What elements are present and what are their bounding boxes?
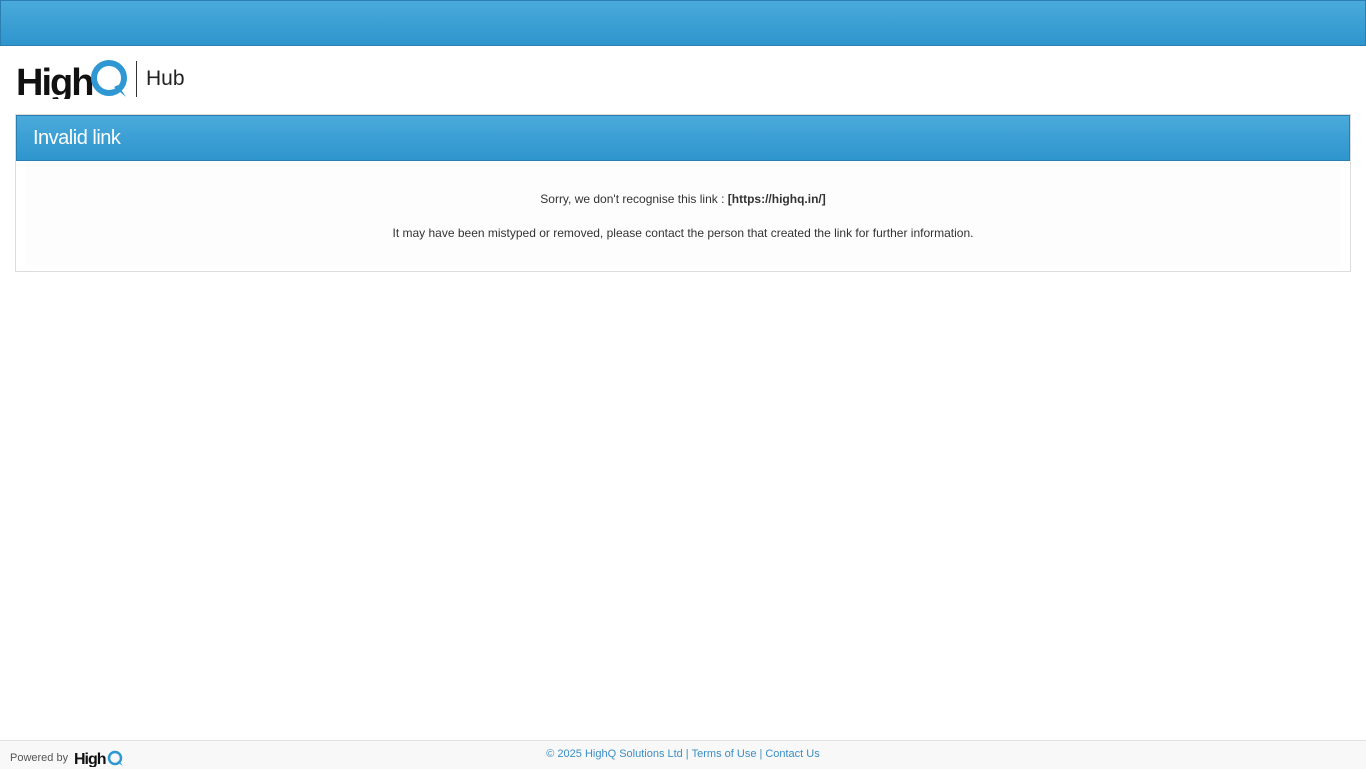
copyright-link[interactable]: © 2025 HighQ Solutions Ltd (546, 748, 683, 760)
svg-text:High: High (16, 62, 92, 99)
footer-links: © 2025 HighQ Solutions Ltd | Terms of Use |… (546, 748, 820, 760)
highq-wordmark-icon: High (16, 60, 127, 99)
highq-logo: High (16, 59, 130, 99)
top-banner (0, 0, 1366, 46)
panel-header: Invalid link (16, 115, 1350, 161)
brand-logo: High Hub (16, 58, 185, 100)
panel-title: Invalid link (33, 127, 121, 149)
error-message: Sorry, we don't recognise this link : [h… (25, 192, 1341, 206)
contact-us-link[interactable]: Contact Us (765, 748, 819, 760)
footer: Powered by High © 2025 HighQ Solutions L… (0, 740, 1366, 769)
invalid-link-panel: Invalid link Sorry, we don't recognise t… (15, 114, 1351, 272)
error-message-prefix: Sorry, we don't recognise this link : (540, 192, 725, 206)
panel-body: Sorry, we don't recognise this link : [h… (25, 161, 1341, 267)
invalid-link-value: [https://highq.in/] (727, 192, 826, 206)
error-detail: It may have been mistyped or removed, pl… (392, 226, 974, 240)
terms-of-use-link[interactable]: Terms of Use (692, 748, 757, 760)
product-name: Hub (146, 67, 185, 90)
logo-divider (136, 61, 137, 97)
